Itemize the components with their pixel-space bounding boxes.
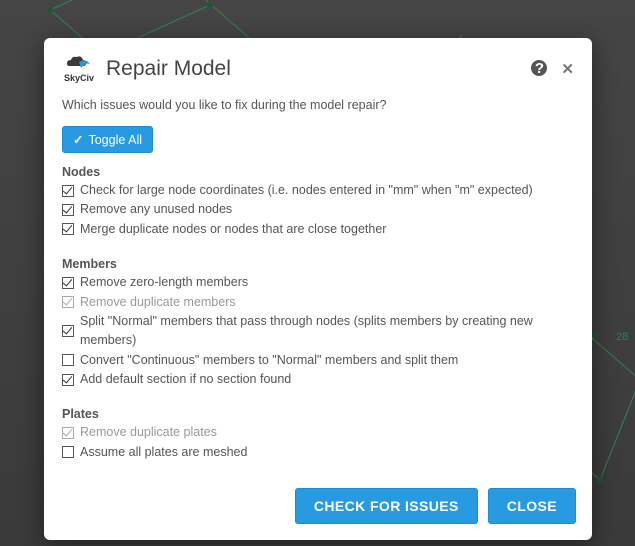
- repair-model-dialog: SkyCiv Repair Model ? ✕ Which issues wou…: [44, 38, 592, 540]
- option-label: Remove duplicate plates: [80, 423, 217, 442]
- option-members-0[interactable]: Remove zero-length members: [62, 273, 574, 292]
- option-label: Add default section if no section found: [80, 370, 291, 389]
- dialog-header: SkyCiv Repair Model ? ✕: [44, 38, 592, 90]
- option-label: Remove zero-length members: [80, 273, 248, 292]
- section-head-plates: Plates: [62, 407, 574, 421]
- section-head-nodes: Nodes: [62, 165, 574, 179]
- option-members-2[interactable]: Split "Normal" members that pass through…: [62, 312, 574, 351]
- checkbox[interactable]: [62, 354, 74, 366]
- brand-logo: SkyCiv: [62, 52, 96, 86]
- dialog-title: Repair Model: [106, 57, 531, 81]
- option-label: Remove duplicate members: [80, 293, 236, 312]
- checkbox[interactable]: [62, 185, 74, 197]
- close-icon[interactable]: ✕: [561, 60, 574, 78]
- check-icon: ✓: [73, 132, 83, 147]
- checkbox: [62, 427, 74, 439]
- skyciv-logo-icon: [66, 56, 92, 72]
- checkbox[interactable]: [62, 223, 74, 235]
- help-icon[interactable]: ?: [531, 60, 547, 76]
- option-label: Remove any unused nodes: [80, 200, 232, 219]
- option-plates-1[interactable]: Assume all plates are meshed: [62, 443, 574, 462]
- option-members-1: Remove duplicate members: [62, 293, 574, 312]
- option-label: Assume all plates are meshed: [80, 443, 247, 462]
- option-nodes-1[interactable]: Remove any unused nodes: [62, 200, 574, 219]
- dialog-footer: CHECK FOR ISSUES CLOSE: [44, 476, 592, 540]
- option-nodes-0[interactable]: Check for large node coordinates (i.e. n…: [62, 181, 574, 200]
- option-label: Check for large node coordinates (i.e. n…: [80, 181, 533, 200]
- option-members-3[interactable]: Convert "Continuous" members to "Normal"…: [62, 351, 574, 370]
- option-label: Split "Normal" members that pass through…: [80, 312, 574, 351]
- dialog-body: Which issues would you like to fix durin…: [44, 90, 592, 476]
- close-button[interactable]: CLOSE: [488, 488, 576, 524]
- checkbox: [62, 296, 74, 308]
- option-label: Merge duplicate nodes or nodes that are …: [80, 220, 386, 239]
- option-members-4[interactable]: Add default section if no section found: [62, 370, 574, 389]
- toggle-all-button[interactable]: ✓ Toggle All: [62, 126, 153, 153]
- toggle-all-label: Toggle All: [88, 133, 142, 147]
- check-for-issues-button[interactable]: CHECK FOR ISSUES: [295, 488, 478, 524]
- checkbox[interactable]: [62, 325, 74, 337]
- checkbox[interactable]: [62, 204, 74, 216]
- option-nodes-2[interactable]: Merge duplicate nodes or nodes that are …: [62, 220, 574, 239]
- checkbox[interactable]: [62, 277, 74, 289]
- intro-text: Which issues would you like to fix durin…: [62, 98, 574, 112]
- checkbox[interactable]: [62, 374, 74, 386]
- section-head-members: Members: [62, 257, 574, 271]
- brand-text: SkyCiv: [64, 73, 94, 83]
- option-label: Convert "Continuous" members to "Normal"…: [80, 351, 458, 370]
- option-plates-0: Remove duplicate plates: [62, 423, 574, 442]
- node-label: 28: [616, 331, 628, 343]
- checkbox[interactable]: [62, 446, 74, 458]
